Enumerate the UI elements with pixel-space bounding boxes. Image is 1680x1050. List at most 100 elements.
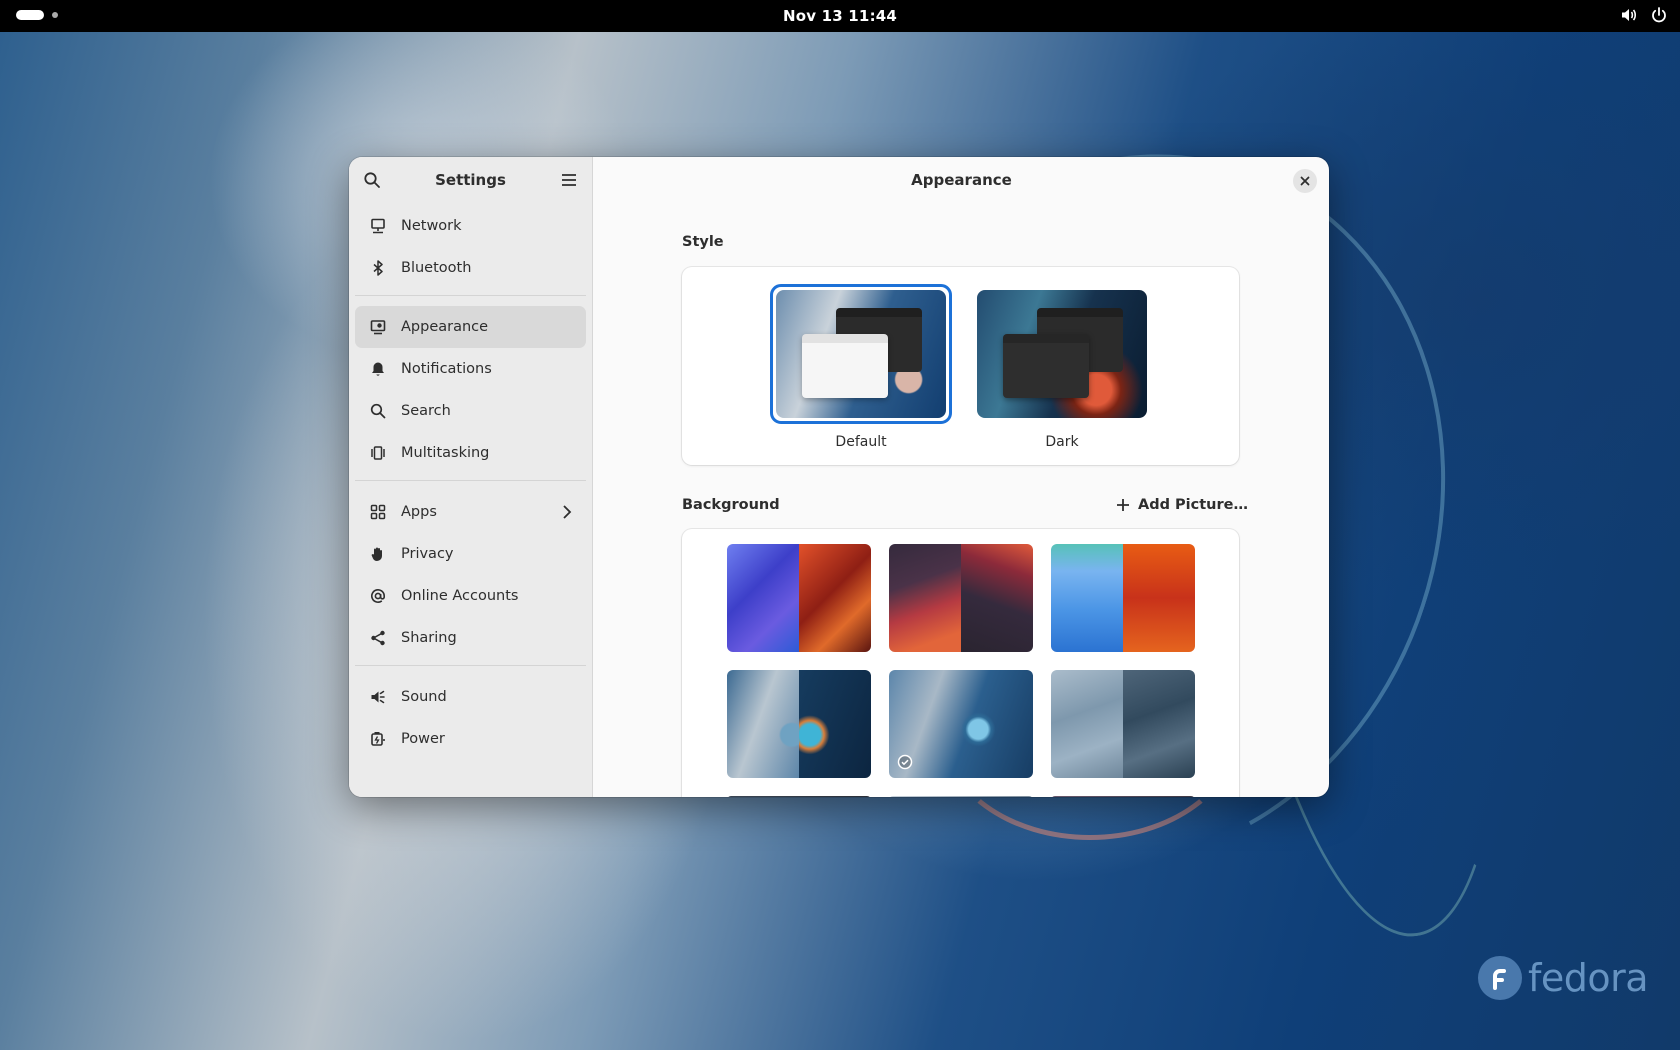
wallpaper-thumbnail[interactable] <box>889 796 1033 797</box>
wallpaper-thumbnail[interactable] <box>727 670 871 778</box>
search-icon <box>364 172 380 188</box>
add-picture-button[interactable]: Add Picture… <box>1116 497 1248 513</box>
wallpaper-thumbnail[interactable] <box>727 796 871 797</box>
wallpaper-preview <box>889 796 1033 797</box>
settings-window: Settings Network Bluetooth Appearance No… <box>349 157 1329 797</box>
main-menu-button[interactable] <box>556 167 582 193</box>
sidebar-item-label: Apps <box>401 504 437 520</box>
wallpaper-light-variant <box>889 544 961 652</box>
wallpaper-dark-variant <box>961 544 1033 652</box>
sidebar-item-label: Network <box>401 218 462 234</box>
style-label-dark: Dark <box>1045 434 1079 450</box>
nav-group-hardware: Sound Power <box>349 674 592 762</box>
background-heading: Background <box>682 497 780 513</box>
sidebar-item-notifications[interactable]: Notifications <box>355 348 586 390</box>
fedora-wordmark: fedora <box>1528 956 1649 1000</box>
multitasking-icon <box>369 444 387 462</box>
sidebar-item-search[interactable]: Search <box>355 390 586 432</box>
search-icon <box>369 402 387 420</box>
sidebar-item-bluetooth[interactable]: Bluetooth <box>355 247 586 289</box>
style-card: Default Dark <box>682 267 1239 465</box>
sidebar-title: Settings <box>435 171 506 189</box>
add-picture-label: Add Picture… <box>1138 497 1248 513</box>
volume-icon[interactable] <box>1620 6 1638 24</box>
chevron-right-icon <box>562 504 572 524</box>
sidebar-item-sharing[interactable]: Sharing <box>355 617 586 659</box>
background-card <box>682 529 1239 797</box>
wallpaper-dark-variant <box>799 670 871 778</box>
wallpaper-dark-variant <box>1123 670 1195 778</box>
sidebar-item-multitasking[interactable]: Multitasking <box>355 432 586 474</box>
battery-icon <box>369 730 387 748</box>
wallpaper-thumbnail[interactable] <box>889 544 1033 652</box>
wallpaper-light-variant <box>1051 670 1123 778</box>
nav-group-desktop: Appearance Notifications Search Multitas… <box>349 304 592 489</box>
sidebar-item-label: Privacy <box>401 546 454 562</box>
sidebar: Settings Network Bluetooth Appearance No… <box>349 157 593 797</box>
wallpaper-thumbnail[interactable] <box>1051 796 1195 797</box>
style-selection-frame <box>770 284 952 424</box>
appearance-icon <box>369 318 387 336</box>
sidebar-header: Settings <box>349 157 592 203</box>
close-button[interactable] <box>1293 169 1317 193</box>
search-button[interactable] <box>359 167 385 193</box>
sidebar-separator <box>355 665 586 666</box>
system-tray[interactable] <box>1620 6 1668 24</box>
style-option-default[interactable]: Default <box>770 284 952 450</box>
sidebar-item-label: Search <box>401 403 451 419</box>
style-preview-dark <box>977 290 1147 418</box>
sidebar-item-label: Notifications <box>401 361 492 377</box>
content-pane: Appearance Style Default Dark Background… <box>594 157 1329 797</box>
nav-group-apps: Apps Privacy Online Accounts Sharing <box>349 489 592 674</box>
sidebar-item-label: Bluetooth <box>401 260 472 276</box>
sidebar-item-sound[interactable]: Sound <box>355 676 586 718</box>
sidebar-item-online-accounts[interactable]: Online Accounts <box>355 575 586 617</box>
at-icon <box>369 587 387 605</box>
share-icon <box>369 629 387 647</box>
wallpaper-light-variant <box>727 544 799 652</box>
style-selection-frame <box>971 284 1153 424</box>
apps-icon <box>369 503 387 521</box>
speaker-icon <box>369 688 387 706</box>
preview-window-front <box>1003 334 1089 398</box>
sidebar-item-label: Online Accounts <box>401 588 519 604</box>
wallpaper-dark-variant <box>799 544 871 652</box>
wallpaper-preview <box>1051 796 1195 797</box>
wallpaper-thumbnail[interactable] <box>727 544 871 652</box>
sidebar-item-label: Sharing <box>401 630 457 646</box>
page-title: Appearance <box>911 171 1012 189</box>
sidebar-item-label: Sound <box>401 689 447 705</box>
wallpaper-thumbnail[interactable] <box>1051 544 1195 652</box>
wallpaper-light-variant <box>1051 544 1123 652</box>
close-icon <box>1300 176 1310 186</box>
wallpaper-thumbnail[interactable] <box>1051 670 1195 778</box>
style-preview-default <box>776 290 946 418</box>
fedora-logo: fedora <box>1478 956 1649 1000</box>
preview-window-front <box>802 334 888 398</box>
sidebar-item-appearance[interactable]: Appearance <box>355 306 586 348</box>
sidebar-item-label: Multitasking <box>401 445 490 461</box>
hamburger-icon <box>562 174 576 186</box>
sidebar-item-power[interactable]: Power <box>355 718 586 760</box>
wallpaper-thumbnail[interactable] <box>889 670 1033 778</box>
clock[interactable]: Nov 13 11:44 <box>0 7 1680 25</box>
sidebar-item-label: Power <box>401 731 445 747</box>
hand-icon <box>369 545 387 563</box>
content-header: Appearance <box>594 157 1329 203</box>
nav-group-connectivity: Network Bluetooth <box>349 203 592 304</box>
plus-icon <box>1117 499 1129 511</box>
bell-icon <box>369 360 387 378</box>
sidebar-item-privacy[interactable]: Privacy <box>355 533 586 575</box>
style-heading: Style <box>682 234 724 250</box>
sidebar-item-apps[interactable]: Apps <box>355 491 586 533</box>
wallpaper-dark-variant <box>1123 544 1195 652</box>
network-icon <box>369 217 387 235</box>
wallpaper-light-variant <box>727 670 799 778</box>
power-icon[interactable] <box>1650 6 1668 24</box>
style-option-dark[interactable]: Dark <box>971 284 1153 450</box>
wallpaper-preview <box>727 796 871 797</box>
sidebar-item-label: Appearance <box>401 319 489 335</box>
top-bar: Nov 13 11:44 <box>0 0 1680 32</box>
sidebar-item-network[interactable]: Network <box>355 205 586 247</box>
current-wallpaper-check-icon <box>897 754 913 770</box>
